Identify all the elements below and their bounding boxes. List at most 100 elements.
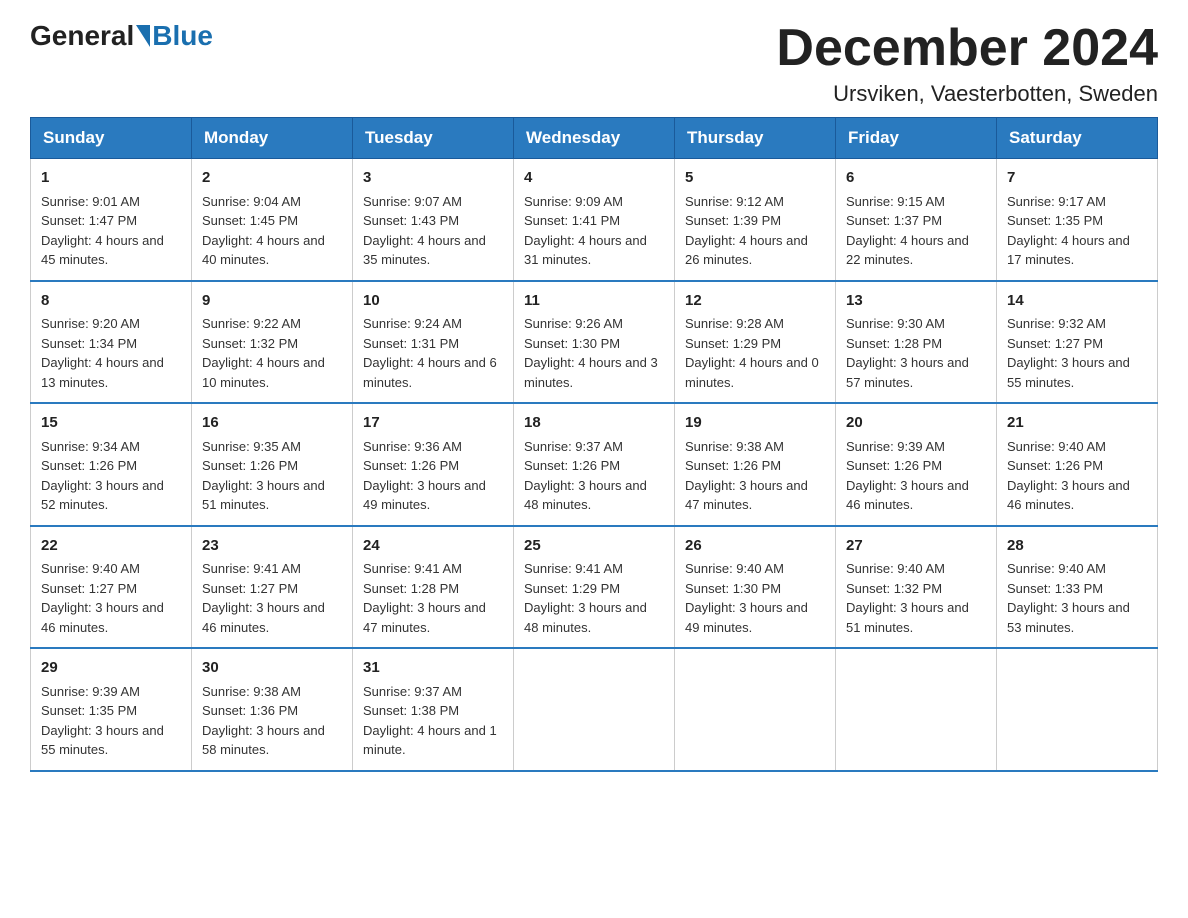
- calendar-cell: 2Sunrise: 9:04 AMSunset: 1:45 PMDaylight…: [192, 159, 353, 281]
- day-info: Sunrise: 9:22 AMSunset: 1:32 PMDaylight:…: [202, 314, 342, 392]
- day-number: 16: [202, 412, 342, 435]
- day-number: 10: [363, 290, 503, 313]
- day-number: 9: [202, 290, 342, 313]
- day-number: 29: [41, 657, 181, 680]
- day-number: 21: [1007, 412, 1147, 435]
- calendar-header-wednesday: Wednesday: [514, 118, 675, 159]
- day-number: 4: [524, 167, 664, 190]
- calendar-header-monday: Monday: [192, 118, 353, 159]
- day-info: Sunrise: 9:01 AMSunset: 1:47 PMDaylight:…: [41, 192, 181, 270]
- day-info: Sunrise: 9:36 AMSunset: 1:26 PMDaylight:…: [363, 437, 503, 515]
- calendar-cell: 8Sunrise: 9:20 AMSunset: 1:34 PMDaylight…: [31, 281, 192, 404]
- calendar-header-row: SundayMondayTuesdayWednesdayThursdayFrid…: [31, 118, 1158, 159]
- day-number: 13: [846, 290, 986, 313]
- day-info: Sunrise: 9:30 AMSunset: 1:28 PMDaylight:…: [846, 314, 986, 392]
- day-number: 27: [846, 535, 986, 558]
- calendar-cell: 7Sunrise: 9:17 AMSunset: 1:35 PMDaylight…: [997, 159, 1158, 281]
- calendar-header-thursday: Thursday: [675, 118, 836, 159]
- day-number: 19: [685, 412, 825, 435]
- calendar-cell: 26Sunrise: 9:40 AMSunset: 1:30 PMDayligh…: [675, 526, 836, 649]
- calendar-cell: 27Sunrise: 9:40 AMSunset: 1:32 PMDayligh…: [836, 526, 997, 649]
- calendar-cell: 16Sunrise: 9:35 AMSunset: 1:26 PMDayligh…: [192, 403, 353, 526]
- day-number: 20: [846, 412, 986, 435]
- page-header: General Blue December 2024 Ursviken, Vae…: [30, 20, 1158, 107]
- day-number: 3: [363, 167, 503, 190]
- day-number: 14: [1007, 290, 1147, 313]
- day-info: Sunrise: 9:28 AMSunset: 1:29 PMDaylight:…: [685, 314, 825, 392]
- logo-blue-text: Blue: [152, 20, 213, 52]
- day-info: Sunrise: 9:35 AMSunset: 1:26 PMDaylight:…: [202, 437, 342, 515]
- calendar-header-friday: Friday: [836, 118, 997, 159]
- calendar-cell: 14Sunrise: 9:32 AMSunset: 1:27 PMDayligh…: [997, 281, 1158, 404]
- calendar-cell: 24Sunrise: 9:41 AMSunset: 1:28 PMDayligh…: [353, 526, 514, 649]
- day-number: 30: [202, 657, 342, 680]
- day-number: 1: [41, 167, 181, 190]
- day-info: Sunrise: 9:32 AMSunset: 1:27 PMDaylight:…: [1007, 314, 1147, 392]
- day-info: Sunrise: 9:40 AMSunset: 1:33 PMDaylight:…: [1007, 559, 1147, 637]
- logo: General Blue: [30, 20, 213, 52]
- calendar-cell: 9Sunrise: 9:22 AMSunset: 1:32 PMDaylight…: [192, 281, 353, 404]
- calendar-header-saturday: Saturday: [997, 118, 1158, 159]
- calendar-table: SundayMondayTuesdayWednesdayThursdayFrid…: [30, 117, 1158, 772]
- day-number: 23: [202, 535, 342, 558]
- calendar-cell: 18Sunrise: 9:37 AMSunset: 1:26 PMDayligh…: [514, 403, 675, 526]
- day-number: 5: [685, 167, 825, 190]
- calendar-cell: 5Sunrise: 9:12 AMSunset: 1:39 PMDaylight…: [675, 159, 836, 281]
- day-info: Sunrise: 9:38 AMSunset: 1:36 PMDaylight:…: [202, 682, 342, 760]
- day-info: Sunrise: 9:34 AMSunset: 1:26 PMDaylight:…: [41, 437, 181, 515]
- calendar-header-tuesday: Tuesday: [353, 118, 514, 159]
- logo-triangle-icon: [136, 25, 150, 47]
- calendar-cell: 20Sunrise: 9:39 AMSunset: 1:26 PMDayligh…: [836, 403, 997, 526]
- day-number: 28: [1007, 535, 1147, 558]
- calendar-row: 22Sunrise: 9:40 AMSunset: 1:27 PMDayligh…: [31, 526, 1158, 649]
- day-number: 24: [363, 535, 503, 558]
- calendar-body: 1Sunrise: 9:01 AMSunset: 1:47 PMDaylight…: [31, 159, 1158, 771]
- calendar-cell: 31Sunrise: 9:37 AMSunset: 1:38 PMDayligh…: [353, 648, 514, 771]
- calendar-cell: 15Sunrise: 9:34 AMSunset: 1:26 PMDayligh…: [31, 403, 192, 526]
- day-info: Sunrise: 9:41 AMSunset: 1:28 PMDaylight:…: [363, 559, 503, 637]
- day-number: 8: [41, 290, 181, 313]
- calendar-cell: 11Sunrise: 9:26 AMSunset: 1:30 PMDayligh…: [514, 281, 675, 404]
- day-info: Sunrise: 9:07 AMSunset: 1:43 PMDaylight:…: [363, 192, 503, 270]
- calendar-row: 1Sunrise: 9:01 AMSunset: 1:47 PMDaylight…: [31, 159, 1158, 281]
- day-number: 26: [685, 535, 825, 558]
- day-info: Sunrise: 9:41 AMSunset: 1:29 PMDaylight:…: [524, 559, 664, 637]
- calendar-cell: [675, 648, 836, 771]
- calendar-cell: 30Sunrise: 9:38 AMSunset: 1:36 PMDayligh…: [192, 648, 353, 771]
- day-number: 31: [363, 657, 503, 680]
- day-number: 6: [846, 167, 986, 190]
- day-info: Sunrise: 9:24 AMSunset: 1:31 PMDaylight:…: [363, 314, 503, 392]
- day-info: Sunrise: 9:15 AMSunset: 1:37 PMDaylight:…: [846, 192, 986, 270]
- calendar-row: 8Sunrise: 9:20 AMSunset: 1:34 PMDaylight…: [31, 281, 1158, 404]
- calendar-cell: [514, 648, 675, 771]
- calendar-cell: 28Sunrise: 9:40 AMSunset: 1:33 PMDayligh…: [997, 526, 1158, 649]
- day-info: Sunrise: 9:37 AMSunset: 1:26 PMDaylight:…: [524, 437, 664, 515]
- calendar-cell: 25Sunrise: 9:41 AMSunset: 1:29 PMDayligh…: [514, 526, 675, 649]
- day-info: Sunrise: 9:09 AMSunset: 1:41 PMDaylight:…: [524, 192, 664, 270]
- calendar-cell: 23Sunrise: 9:41 AMSunset: 1:27 PMDayligh…: [192, 526, 353, 649]
- day-number: 11: [524, 290, 664, 313]
- day-number: 2: [202, 167, 342, 190]
- calendar-cell: 22Sunrise: 9:40 AMSunset: 1:27 PMDayligh…: [31, 526, 192, 649]
- calendar-cell: 10Sunrise: 9:24 AMSunset: 1:31 PMDayligh…: [353, 281, 514, 404]
- calendar-cell: [836, 648, 997, 771]
- calendar-cell: 1Sunrise: 9:01 AMSunset: 1:47 PMDaylight…: [31, 159, 192, 281]
- calendar-cell: 6Sunrise: 9:15 AMSunset: 1:37 PMDaylight…: [836, 159, 997, 281]
- day-info: Sunrise: 9:37 AMSunset: 1:38 PMDaylight:…: [363, 682, 503, 760]
- calendar-cell: 12Sunrise: 9:28 AMSunset: 1:29 PMDayligh…: [675, 281, 836, 404]
- calendar-header-sunday: Sunday: [31, 118, 192, 159]
- calendar-cell: 4Sunrise: 9:09 AMSunset: 1:41 PMDaylight…: [514, 159, 675, 281]
- calendar-cell: 21Sunrise: 9:40 AMSunset: 1:26 PMDayligh…: [997, 403, 1158, 526]
- calendar-cell: 17Sunrise: 9:36 AMSunset: 1:26 PMDayligh…: [353, 403, 514, 526]
- day-info: Sunrise: 9:26 AMSunset: 1:30 PMDaylight:…: [524, 314, 664, 392]
- page-title: December 2024: [776, 20, 1158, 77]
- day-number: 12: [685, 290, 825, 313]
- calendar-cell: 19Sunrise: 9:38 AMSunset: 1:26 PMDayligh…: [675, 403, 836, 526]
- day-info: Sunrise: 9:40 AMSunset: 1:26 PMDaylight:…: [1007, 437, 1147, 515]
- day-number: 25: [524, 535, 664, 558]
- day-info: Sunrise: 9:40 AMSunset: 1:32 PMDaylight:…: [846, 559, 986, 637]
- logo-general-text: General: [30, 20, 134, 52]
- calendar-row: 15Sunrise: 9:34 AMSunset: 1:26 PMDayligh…: [31, 403, 1158, 526]
- day-number: 15: [41, 412, 181, 435]
- day-number: 7: [1007, 167, 1147, 190]
